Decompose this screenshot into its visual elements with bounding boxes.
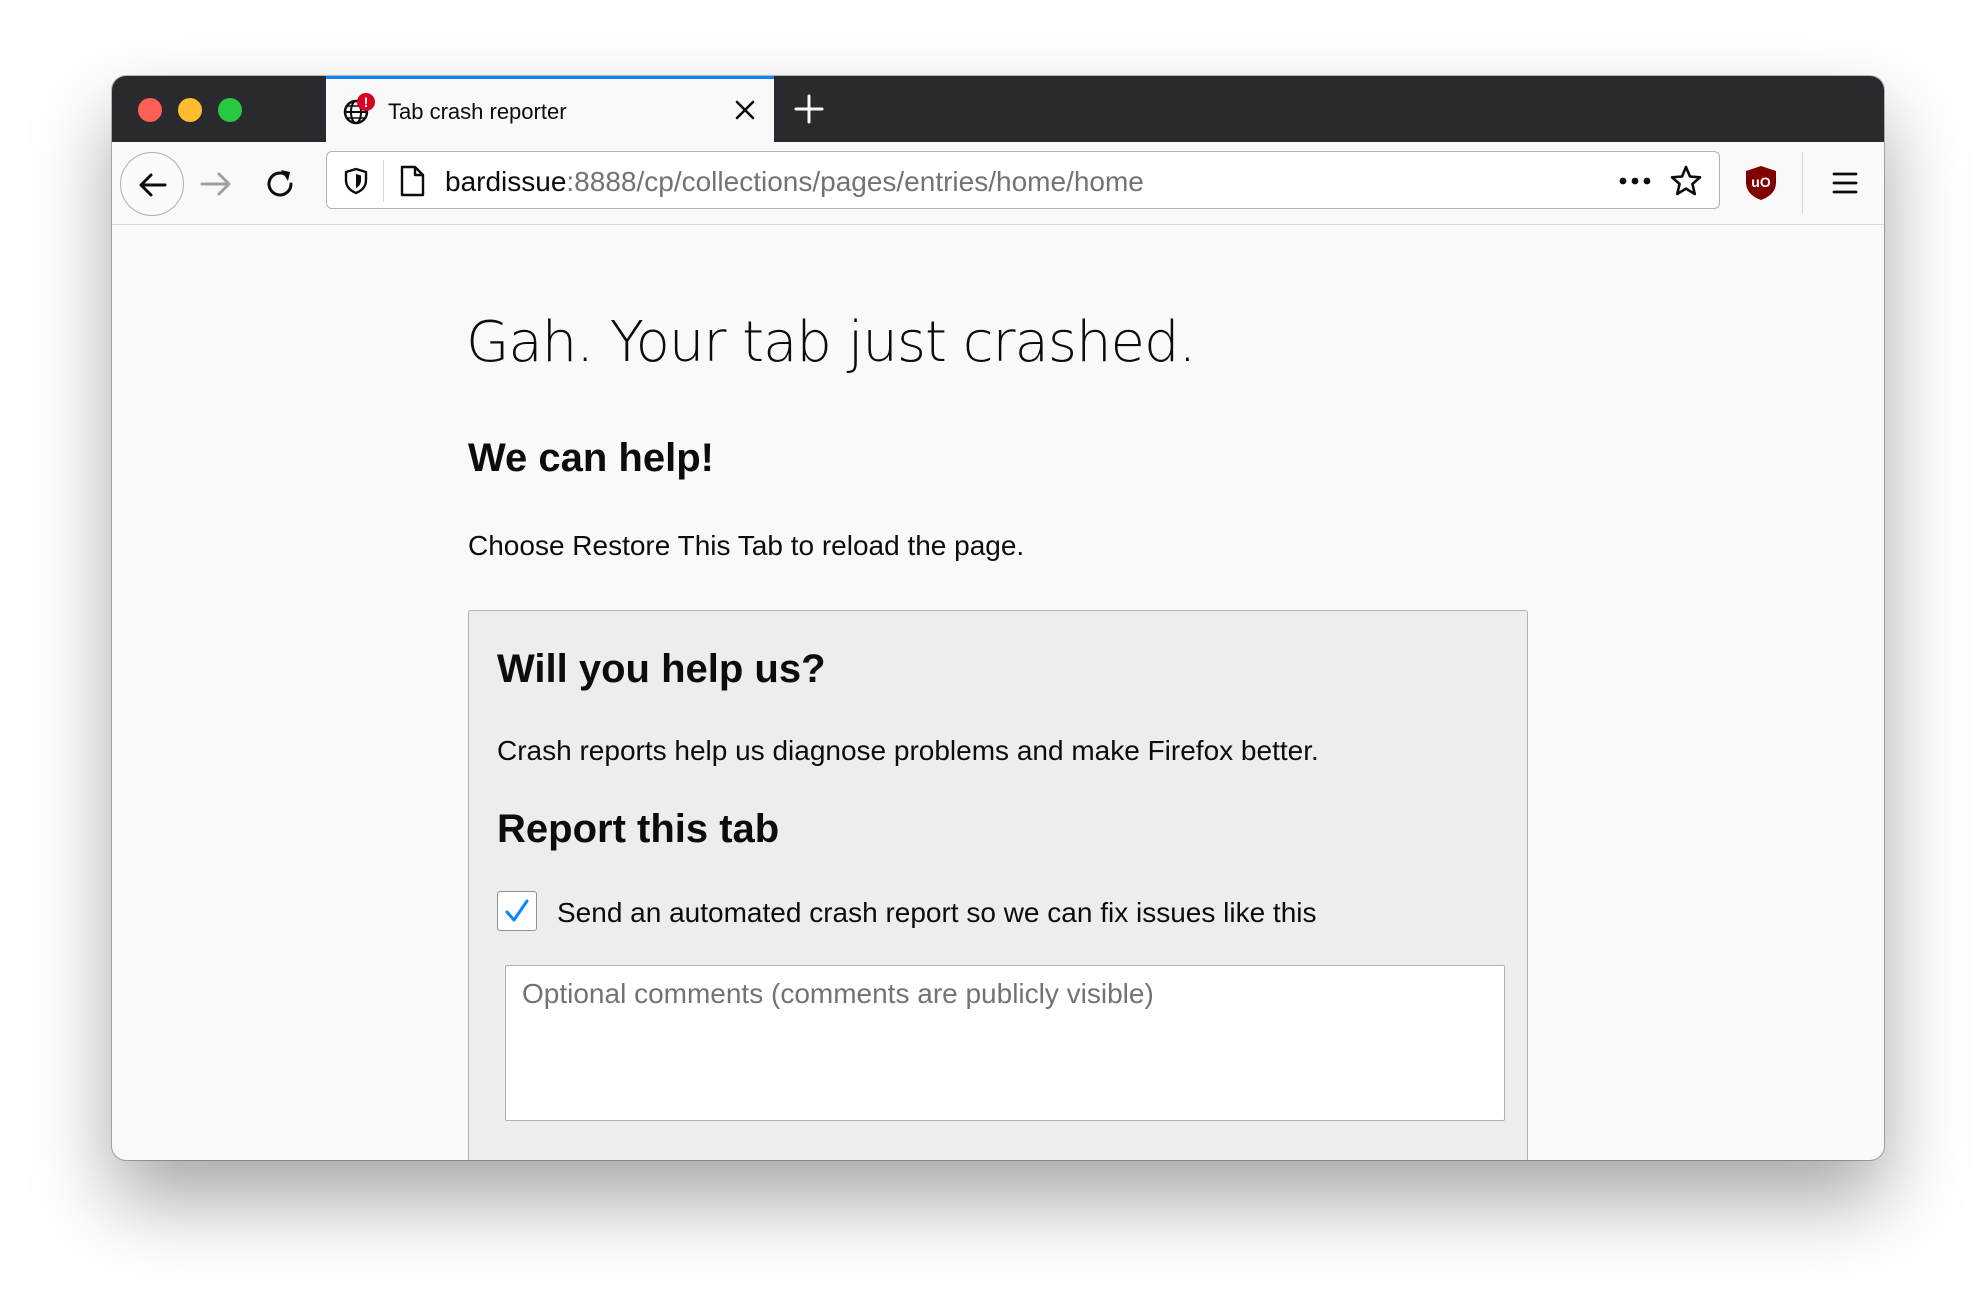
send-report-label[interactable]: Send an automated crash report so we can…: [557, 897, 1317, 929]
url-host: bardissue: [445, 166, 567, 197]
comments-field[interactable]: [505, 965, 1505, 1121]
forward-button[interactable]: [198, 166, 234, 202]
forward-arrow-icon: [200, 172, 231, 196]
tab-title: Tab crash reporter: [388, 99, 567, 124]
navigation-toolbar: bardissue:8888/cp/collections/pages/entr…: [112, 142, 1884, 225]
page-title: Gah. Your tab just crashed.: [466, 310, 1196, 375]
address-bar[interactable]: bardissue:8888/cp/collections/pages/entr…: [326, 151, 1720, 209]
page-content: Gah. Your tab just crashed. We can help!…: [112, 224, 1884, 1160]
more-actions-icon[interactable]: [1615, 168, 1655, 194]
zoom-window-button[interactable]: [218, 98, 242, 122]
checkmark-icon: [505, 899, 529, 922]
send-report-checkbox[interactable]: [497, 891, 537, 931]
title-bar: ! Tab crash reporter: [112, 76, 1884, 142]
bookmark-star-icon[interactable]: [1669, 164, 1703, 198]
reload-button[interactable]: [262, 166, 298, 202]
url-path: :8888/cp/collections/pages/entries/home/…: [566, 166, 1144, 197]
globe-crash-icon: !: [342, 93, 376, 127]
restore-instructions: Choose Restore This Tab to reload the pa…: [468, 530, 1025, 561]
browser-window: ! Tab crash reporter bardissue:8888/cp/c…: [112, 76, 1884, 1160]
reload-icon: [267, 170, 293, 197]
tracking-shield-icon[interactable]: [341, 166, 371, 196]
url-separator: [383, 160, 384, 202]
back-button[interactable]: [120, 152, 184, 216]
help-heading: We can help!: [468, 436, 714, 480]
report-tab-heading: Report this tab: [497, 807, 780, 851]
svg-text:uO: uO: [1751, 174, 1771, 190]
ublock-icon[interactable]: uO: [1744, 164, 1778, 202]
url-text[interactable]: bardissue:8888/cp/collections/pages/entr…: [445, 166, 1144, 198]
plus-icon[interactable]: [792, 92, 826, 126]
help-us-heading: Will you help us?: [497, 647, 826, 691]
hamburger-menu-icon[interactable]: [1830, 168, 1860, 198]
tab-crash-reporter[interactable]: ! Tab crash reporter: [326, 76, 774, 142]
back-arrow-icon: [139, 173, 167, 197]
toolbar-separator: [1802, 152, 1803, 214]
page-icon[interactable]: [397, 164, 427, 198]
close-window-button[interactable]: [138, 98, 162, 122]
close-icon[interactable]: [732, 97, 758, 123]
crash-report-description: Crash reports help us diagnose problems …: [497, 735, 1319, 766]
crash-report-panel: Will you help us? Crash reports help us …: [468, 610, 1528, 1160]
svg-text:!: !: [364, 94, 369, 110]
minimize-window-button[interactable]: [178, 98, 202, 122]
